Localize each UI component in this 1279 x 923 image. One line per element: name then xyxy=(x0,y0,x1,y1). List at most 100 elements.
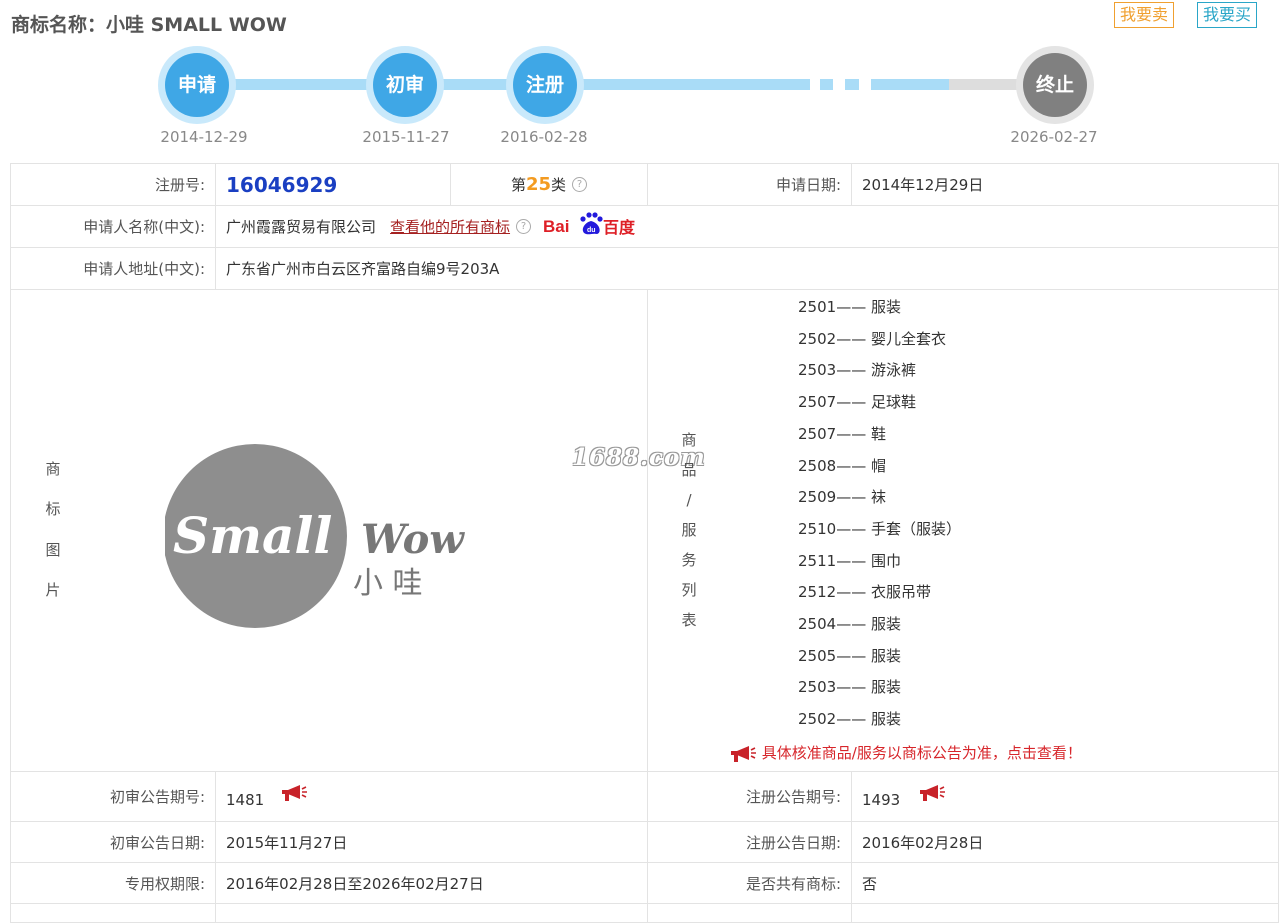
service-item: 2507—— 鞋 xyxy=(798,423,886,444)
sell-button[interactable]: 我要卖 xyxy=(1114,2,1175,28)
step-prelim: 初审 xyxy=(366,46,444,124)
reg-pub-date-label: 注册公告日期: xyxy=(647,821,852,863)
table-row-partial xyxy=(647,903,852,923)
class-prefix: 第 xyxy=(510,176,526,194)
service-separator: —— xyxy=(836,678,871,697)
image-label-char: 片 xyxy=(45,581,61,599)
view-all-trademarks-link[interactable]: 查看他的所有商标 xyxy=(390,216,510,237)
step-apply-date: 2014-12-29 xyxy=(160,128,248,146)
service-name: 衣服吊带 xyxy=(870,583,931,602)
step-terminate-label: 终止 xyxy=(1023,53,1087,117)
baidu-logo-icon: Bai du 百度 xyxy=(543,211,636,237)
service-name: 服装 xyxy=(870,710,901,729)
prelim-no-cell: 1481 xyxy=(215,771,648,822)
timeline-progress-bar xyxy=(871,79,949,90)
reg-pub-no-value: 1493 xyxy=(862,790,901,809)
services-label-char: / xyxy=(686,491,692,509)
services-label-char: 表 xyxy=(681,611,697,629)
service-name: 服装 xyxy=(870,298,901,316)
service-name: 婴儿全套衣 xyxy=(870,329,946,348)
prelim-date-label: 初审公告日期: xyxy=(10,821,216,863)
address-label: 申请人地址(中文): xyxy=(10,247,216,290)
table-row-partial xyxy=(10,903,216,923)
term-value: 2016年02月28日至2026年02月27日 xyxy=(215,862,648,904)
services-label-char: 服 xyxy=(681,521,697,539)
page-title: 商标名称：小哇 SMALL WOW xyxy=(11,14,287,36)
service-item: 2503—— 服装 xyxy=(798,676,901,697)
step-prelim-date: 2015-11-27 xyxy=(362,128,450,146)
reg-no-value: 16046929 xyxy=(226,172,338,197)
shared-label: 是否共有商标: xyxy=(647,862,852,904)
service-item: 2505—— 服装 xyxy=(798,645,901,666)
service-separator: —— xyxy=(836,519,871,538)
service-item: 2504—— 服装 xyxy=(798,613,901,634)
trademark-logo: Small Wow 小 哇 xyxy=(165,444,465,628)
service-code: 2503 xyxy=(798,678,837,697)
reg-no-cell: 16046929 xyxy=(215,163,451,206)
step-register-label: 注册 xyxy=(513,53,577,117)
service-item: 2503—— 游泳裤 xyxy=(798,359,916,380)
service-separator: —— xyxy=(836,393,871,412)
image-label-char: 商 xyxy=(45,460,61,478)
announcement-horn-icon[interactable] xyxy=(280,784,308,802)
service-separator: —— xyxy=(836,298,871,316)
timeline-dash xyxy=(845,79,859,90)
service-item: 2502—— 服装 xyxy=(798,708,901,729)
step-apply: 申请 xyxy=(158,46,236,124)
service-separator: —— xyxy=(836,329,871,348)
logo-text-right: Wow xyxy=(361,516,465,563)
help-icon[interactable]: ? xyxy=(572,177,588,192)
reg-pub-no-cell: 1493 xyxy=(851,771,1279,822)
service-separator: —— xyxy=(836,488,871,507)
services-label-char: 务 xyxy=(681,551,697,569)
table-row-partial xyxy=(851,903,1279,923)
service-separator: —— xyxy=(836,646,871,665)
class-cell: 第 25 类? xyxy=(450,163,648,206)
service-name: 袜 xyxy=(870,488,886,507)
service-code: 2502 xyxy=(798,329,837,348)
term-label: 专用权期限: xyxy=(10,862,216,904)
prelim-no-label: 初审公告期号: xyxy=(10,771,216,822)
service-name: 服装 xyxy=(870,615,901,633)
prelim-date-value: 2015年11月27日 xyxy=(215,821,648,863)
service-name: 帽 xyxy=(870,456,886,475)
logo-text-left: Small xyxy=(173,506,332,565)
prelim-no-value: 1481 xyxy=(226,790,265,809)
service-code: 2502 xyxy=(798,710,837,729)
class-number: 25 xyxy=(525,174,552,195)
shared-value: 否 xyxy=(851,862,1279,904)
buy-button[interactable]: 我要买 xyxy=(1197,2,1258,28)
announcement-horn-icon[interactable] xyxy=(918,784,946,802)
step-terminate-date: 2026-02-27 xyxy=(1010,128,1098,146)
applicant-cell: 广州霞露贸易有限公司 查看他的所有商标 ? Bai du 百度 xyxy=(215,205,1279,248)
service-item: 2501—— 服装 xyxy=(798,296,901,317)
step-register: 注册 xyxy=(506,46,584,124)
service-code: 2508 xyxy=(798,456,837,475)
address-value: 广东省广州市白云区齐富路自编9号203A xyxy=(215,247,1279,290)
service-code: 2504 xyxy=(798,615,837,633)
service-code: 2505 xyxy=(798,646,837,665)
services-label-char: 列 xyxy=(681,581,697,599)
service-item: 2510—— 手套（服装） xyxy=(798,518,961,539)
reg-no-label: 注册号: xyxy=(10,163,216,206)
services-notice-text: 具体核准商品/服务以商标公告为准，点击查看！ xyxy=(761,744,1082,762)
service-name: 手套（服装） xyxy=(870,519,961,538)
service-name: 服装 xyxy=(870,646,901,665)
service-code: 2501 xyxy=(798,298,837,316)
apply-date-label: 申请日期: xyxy=(647,163,852,206)
timeline-progress-bar xyxy=(197,79,810,90)
service-name: 服装 xyxy=(870,678,901,697)
reg-pub-date-value: 2016年02月28日 xyxy=(851,821,1279,863)
service-code: 2512 xyxy=(798,583,837,602)
image-label-char: 标 xyxy=(45,500,61,518)
service-separator: —— xyxy=(836,583,871,602)
service-item: 2508—— 帽 xyxy=(798,455,886,476)
baidu-search-link[interactable]: Bai du 百度 xyxy=(543,210,636,244)
applicant-label: 申请人名称(中文): xyxy=(10,205,216,248)
help-icon[interactable]: ? xyxy=(516,219,532,234)
service-code: 2503 xyxy=(798,361,837,380)
svg-text:Bai: Bai xyxy=(543,217,569,236)
service-item: 2512—— 衣服吊带 xyxy=(798,581,931,602)
table-row-partial xyxy=(215,903,648,923)
services-notice-link[interactable]: 具体核准商品/服务以商标公告为准，点击查看！ xyxy=(729,742,1082,763)
